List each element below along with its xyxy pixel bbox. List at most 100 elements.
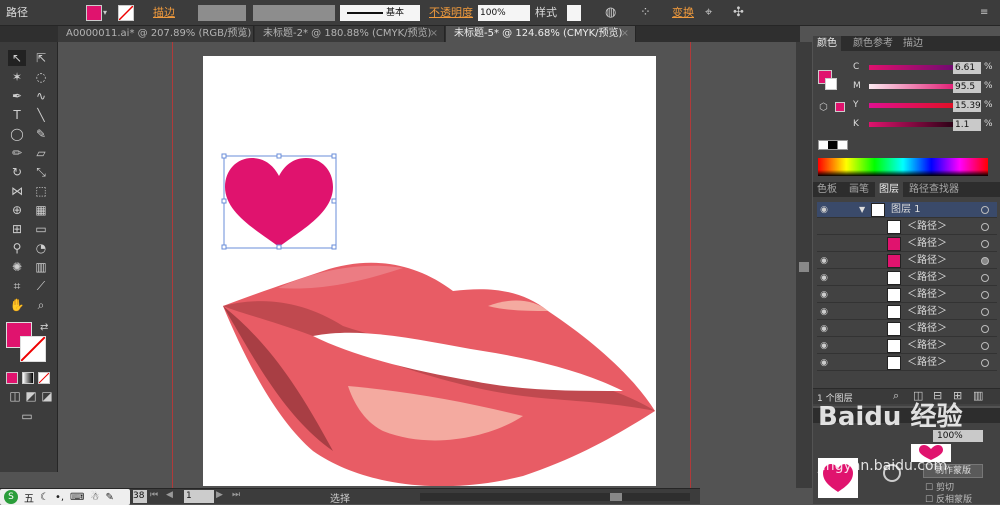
visibility-eye-icon[interactable]: ◉ <box>817 270 831 286</box>
opacity-label[interactable]: 不透明度 <box>429 5 473 21</box>
prev-artboard-icon[interactable]: ◀ <box>166 490 173 500</box>
c-value[interactable]: 6.61 <box>953 62 981 74</box>
sublayer-row[interactable]: ＜路径＞ <box>817 236 997 252</box>
sublayer-row-selected[interactable]: ◉ ＜路径＞ <box>817 253 997 269</box>
visibility-eye-icon[interactable]: ◉ <box>817 202 831 218</box>
symbol-sprayer-tool-icon[interactable]: ✺ <box>8 259 26 275</box>
tab-swatches[interactable]: 色板 <box>813 182 841 197</box>
vertical-scrollbar[interactable] <box>796 42 812 488</box>
close-icon[interactable]: × <box>430 26 438 41</box>
target-circle-icon[interactable] <box>981 274 989 282</box>
artboard[interactable] <box>203 56 656 486</box>
artboard-number-field[interactable]: 1 <box>184 490 214 503</box>
sublayer-row[interactable]: ◉ ＜路径＞ <box>817 338 997 354</box>
paintbrush-tool-icon[interactable]: ✎ <box>32 126 50 142</box>
expand-triangle-icon[interactable]: ▼ <box>859 202 865 218</box>
transform-label[interactable]: 变换 <box>672 5 694 21</box>
target-circle-icon[interactable] <box>981 206 989 214</box>
stroke-swatch[interactable] <box>118 5 134 21</box>
fill-dropdown-icon[interactable]: ▾ <box>103 5 111 21</box>
next-artboard-icon[interactable]: ▶ <box>216 490 223 500</box>
sublayer-row[interactable]: ◉ ＜路径＞ <box>817 355 997 371</box>
tab-layers[interactable]: 图层 <box>875 182 903 197</box>
sublayer-row[interactable]: ＜路径＞ <box>817 219 997 235</box>
layer-row[interactable]: ◉ ▼ 图层 1 <box>817 202 997 218</box>
scroll-thumb[interactable] <box>799 262 809 272</box>
pencil-tool-icon[interactable]: ✏ <box>8 145 26 161</box>
invert-mask-checkbox[interactable]: ☐ 反相蒙版 <box>925 492 972 505</box>
shape-builder-tool-icon[interactable]: ⊕ <box>8 202 26 218</box>
tab-stroke[interactable]: 描边 <box>899 36 927 51</box>
tab-pathfinder[interactable]: 路径查找器 <box>905 182 963 197</box>
stroke-color-box[interactable] <box>20 336 46 362</box>
close-icon[interactable]: × <box>239 26 247 41</box>
m-slider[interactable] <box>869 84 959 89</box>
visibility-eye-icon[interactable]: ◉ <box>817 253 831 269</box>
visibility-eye-icon[interactable]: ◉ <box>817 304 831 320</box>
scroll-thumb[interactable] <box>610 493 622 501</box>
target-circle-icon[interactable] <box>981 240 989 248</box>
panel-menu-icon[interactable]: ≡ <box>980 5 994 21</box>
recolor-icon[interactable]: ◍ <box>605 5 621 21</box>
target-circle-icon[interactable] <box>981 257 989 265</box>
swap-colors-icon[interactable]: ⇄ <box>40 322 48 333</box>
y-value[interactable]: 15.39 <box>953 100 981 112</box>
hand-tool-icon[interactable]: ✋ <box>8 297 26 313</box>
style-swatch[interactable] <box>567 5 581 21</box>
punctuation-icon[interactable]: •, <box>55 492 64 503</box>
tab-a0000011[interactable]: A0000011.ai* @ 207.89% (RGB/预览) × <box>58 26 254 42</box>
user-icon[interactable]: ☃ <box>90 492 99 503</box>
stroke-weight-field[interactable] <box>198 5 246 21</box>
horizontal-scrollbar[interactable] <box>420 493 690 501</box>
scale-tool-icon[interactable]: ⤡ <box>32 164 50 180</box>
color-mini-swatch[interactable] <box>835 102 845 112</box>
tab-untitled-2[interactable]: 未标题-2* @ 180.88% (CMYK/预览) × <box>255 26 445 42</box>
target-circle-icon[interactable] <box>981 325 989 333</box>
stroke-label[interactable]: 描边 <box>153 5 175 21</box>
tab-untitled-5[interactable]: 未标题-5* @ 124.68% (CMYK/预览) × <box>446 26 636 42</box>
ellipse-tool-icon[interactable]: ◯ <box>8 126 26 142</box>
direct-selection-tool-icon[interactable]: ⇱ <box>32 50 50 66</box>
visibility-eye-icon[interactable]: ◉ <box>817 287 831 303</box>
color-stroke-swatch[interactable] <box>825 78 837 90</box>
eraser-tool-icon[interactable]: ▱ <box>32 145 50 161</box>
target-circle-icon[interactable] <box>981 223 989 231</box>
close-icon[interactable]: × <box>621 26 629 41</box>
graph-tool-icon[interactable]: ▥ <box>32 259 50 275</box>
gradient-mode-icon[interactable] <box>22 372 34 384</box>
color-spectrum[interactable] <box>818 158 988 176</box>
isolate-icon[interactable]: ⌖ <box>705 5 721 21</box>
ime-toolbar[interactable]: S 五 ☾ •, ⌨ ☃ ✎ <box>0 489 130 505</box>
none-mode-icon[interactable] <box>38 372 50 384</box>
rotate-tool-icon[interactable]: ↻ <box>8 164 26 180</box>
lasso-tool-icon[interactable]: ◌ <box>32 69 50 85</box>
visibility-eye-icon[interactable] <box>817 236 831 252</box>
screen-mode-icon[interactable]: ▭ <box>18 408 36 424</box>
width-tool-icon[interactable]: ⋈ <box>8 183 26 199</box>
draw-inside-icon[interactable]: ◪ <box>38 388 56 404</box>
tab-color[interactable]: 颜色 <box>813 36 841 51</box>
zoom-tool-icon[interactable]: ⌕ <box>32 297 50 313</box>
gradient-tool-icon[interactable]: ▭ <box>32 221 50 237</box>
tab-color-guide[interactable]: 颜色参考 <box>849 36 897 51</box>
sublayer-row[interactable]: ◉ ＜路径＞ <box>817 321 997 337</box>
fill-swatch[interactable] <box>86 5 102 21</box>
k-value[interactable]: 1.1 <box>953 119 981 131</box>
target-circle-icon[interactable] <box>981 308 989 316</box>
perspective-grid-tool-icon[interactable]: ▦ <box>32 202 50 218</box>
magic-wand-tool-icon[interactable]: ✶ <box>8 69 26 85</box>
sublayer-row[interactable]: ◉ ＜路径＞ <box>817 287 997 303</box>
target-circle-icon[interactable] <box>981 291 989 299</box>
visibility-eye-icon[interactable]: ◉ <box>817 355 831 371</box>
first-artboard-icon[interactable]: ⏮ <box>150 490 158 500</box>
moon-icon[interactable]: ☾ <box>40 492 49 503</box>
visibility-eye-icon[interactable]: ◉ <box>817 338 831 354</box>
target-circle-icon[interactable] <box>981 342 989 350</box>
last-artboard-icon[interactable]: ⏭ <box>232 490 240 500</box>
artboard-tool-icon[interactable]: ⌗ <box>8 278 26 294</box>
curvature-tool-icon[interactable]: ∿ <box>32 88 50 104</box>
sublayer-row[interactable]: ◉ ＜路径＞ <box>817 270 997 286</box>
options-icon[interactable]: ✣ <box>733 5 749 21</box>
slice-tool-icon[interactable]: ⟋ <box>32 278 50 294</box>
m-value[interactable]: 95.5 <box>953 81 981 93</box>
